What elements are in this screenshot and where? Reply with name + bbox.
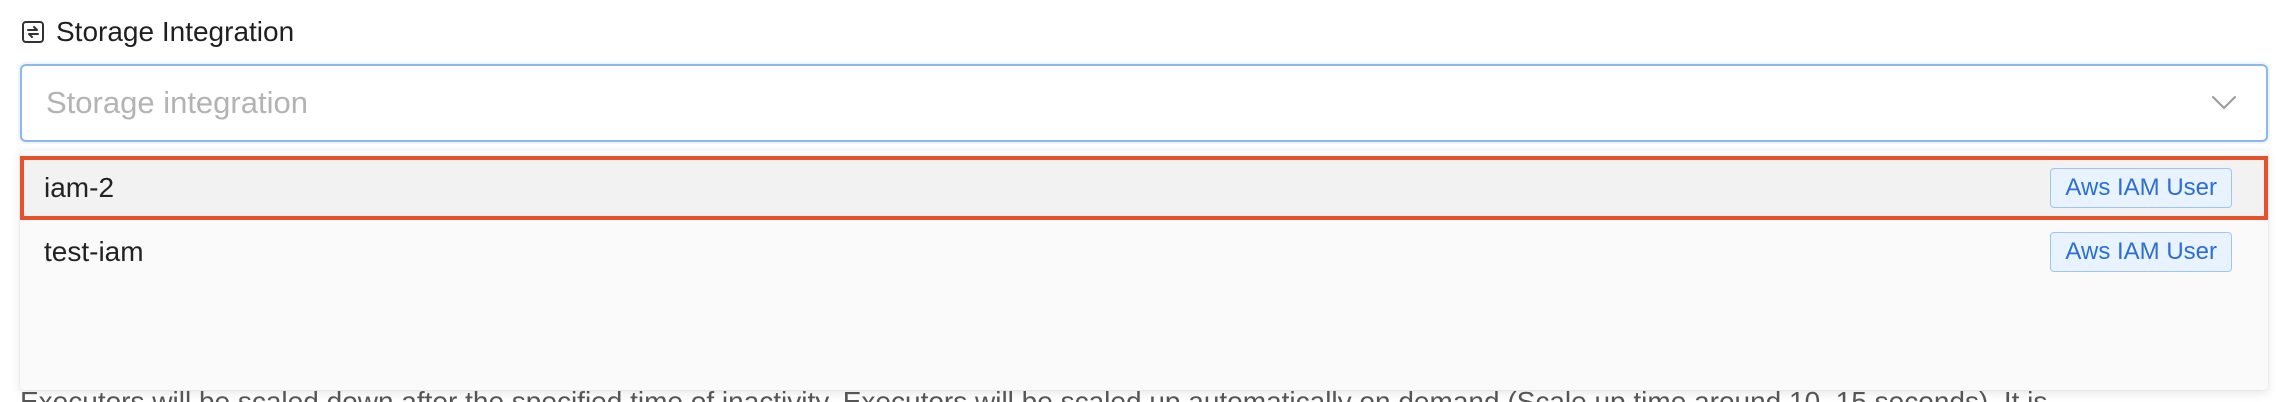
chevron-down-icon[interactable] <box>2210 89 2238 117</box>
section-title: Storage Integration <box>56 16 295 47</box>
storage-integration-panel: Storage Integration Storage integration … <box>0 0 2276 402</box>
dropdown-option-iam-2[interactable]: iam-2 Aws IAM User <box>20 156 2268 220</box>
type-badge: Aws IAM User <box>2050 168 2232 208</box>
option-label: iam-2 <box>44 172 115 203</box>
dropdown-menu: iam-2 Aws IAM User test-iam Aws IAM User <box>20 150 2268 390</box>
type-badge: Aws IAM User <box>2050 232 2232 272</box>
storage-integration-select[interactable]: Storage integration <box>20 64 2268 142</box>
sync-icon <box>20 19 46 45</box>
select-placeholder: Storage integration <box>46 85 308 120</box>
dropdown-option-test-iam[interactable]: test-iam Aws IAM User <box>20 220 2268 284</box>
executor-scaling-description: Executors will be scaled down after the … <box>20 386 2048 402</box>
section-header: Storage Integration <box>20 14 294 50</box>
option-label: test-iam <box>44 236 144 267</box>
